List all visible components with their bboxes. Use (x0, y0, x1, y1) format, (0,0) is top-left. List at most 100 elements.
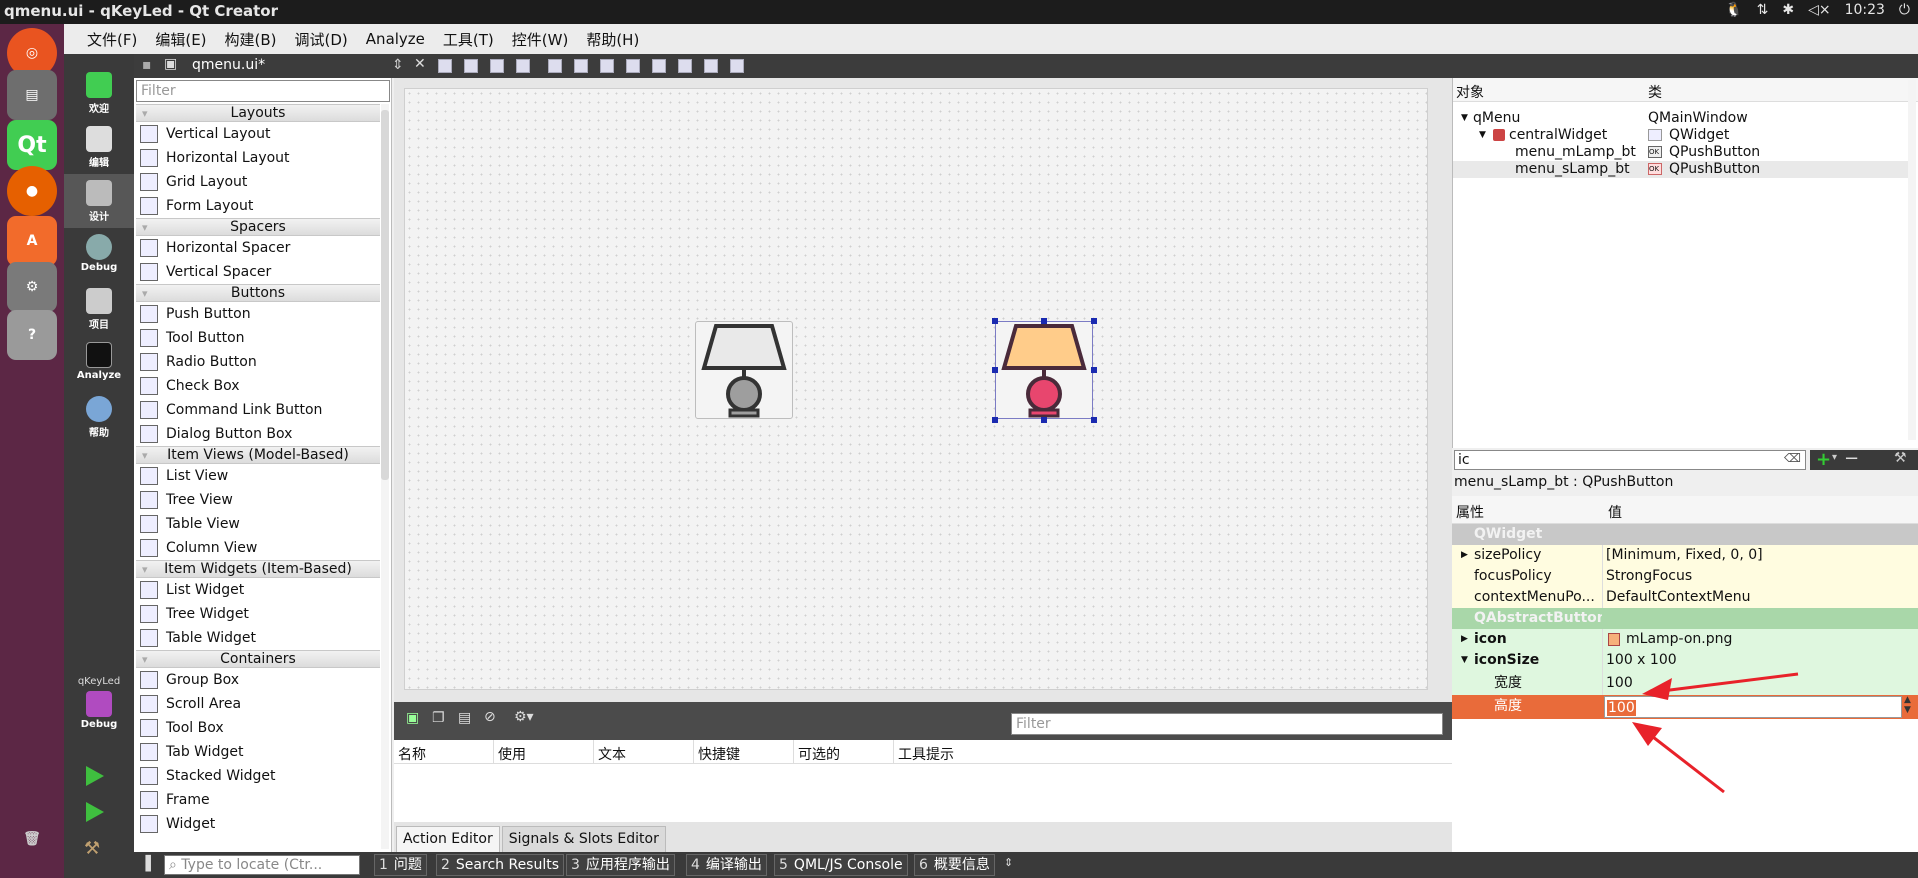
widget-item[interactable]: Radio Button (136, 350, 380, 374)
widget-category[interactable]: Item Widgets (Item-Based) (136, 560, 380, 578)
menu-debug[interactable]: 调试(D) (286, 29, 357, 50)
widget-item[interactable]: Horizontal Spacer (136, 236, 380, 260)
mode-design[interactable]: 设计 (64, 174, 134, 228)
widget-box-scrollbar[interactable] (381, 104, 389, 849)
widget-item[interactable]: Command Link Button (136, 398, 380, 422)
clock[interactable]: 10:23 (1845, 2, 1885, 18)
selection-handle[interactable] (1091, 367, 1097, 373)
kit-selector[interactable]: qKeyLed Debug (64, 674, 134, 744)
widget-item[interactable]: Frame (136, 788, 380, 812)
locator-input[interactable]: ⌕ Type to locate (Ctr... (164, 855, 360, 875)
spin-arrows-icon[interactable]: ▲ ▼ (1904, 695, 1911, 715)
selection-handle[interactable] (1041, 417, 1047, 423)
col-used[interactable]: 使用 (494, 740, 594, 763)
run-icon[interactable] (86, 766, 104, 786)
files-icon[interactable]: ▤ (7, 70, 57, 120)
menu-analyze[interactable]: Analyze (357, 30, 434, 48)
power-icon[interactable]: ⏻ (1899, 2, 1910, 18)
col-value[interactable]: 值 (1608, 502, 1622, 522)
widget-item[interactable]: Stacked Widget (136, 764, 380, 788)
selection-handle[interactable] (992, 318, 998, 324)
mode-edit[interactable]: 编辑 (64, 120, 134, 174)
lamp-on-button[interactable] (995, 321, 1093, 419)
widget-item[interactable]: Tool Box (136, 716, 380, 740)
property-row-width[interactable]: 宽度 100 (1452, 671, 1918, 695)
wrench-icon[interactable]: ⚒ (1894, 450, 1907, 466)
col-name[interactable]: 名称 (394, 740, 494, 763)
paste-action-icon[interactable]: ▤ (458, 710, 471, 726)
mode-debug[interactable]: Debug (64, 228, 134, 282)
widget-item[interactable]: Tool Button (136, 326, 380, 350)
close-icon[interactable]: ✕ (414, 56, 426, 72)
trash-icon[interactable]: 🗑 (7, 814, 57, 864)
open-file-name[interactable]: qmenu.ui* (192, 57, 265, 73)
widget-item[interactable]: Grid Layout (136, 170, 380, 194)
object-inspector-scrollbar[interactable] (1908, 80, 1916, 440)
widget-item[interactable]: Table View (136, 512, 380, 536)
widget-item[interactable]: Widget (136, 812, 380, 836)
lamp-off-button[interactable] (695, 321, 793, 419)
settings-icon[interactable]: ⚙ (7, 262, 57, 312)
collapse-icon[interactable]: ▼ (1461, 650, 1468, 671)
expand-icon[interactable]: ▶ (1461, 545, 1468, 566)
widget-category[interactable]: Containers (136, 650, 380, 668)
edit-buddies-icon[interactable] (490, 59, 504, 73)
tree-row-qmenu[interactable]: ▼ qMenu QMainWindow (1453, 110, 1908, 127)
widget-category[interactable]: Layouts (136, 104, 380, 122)
expand-icon[interactable]: ▼ (1479, 127, 1486, 144)
tab-action-editor[interactable]: Action Editor (396, 826, 500, 852)
widget-item[interactable]: Column View (136, 536, 380, 560)
selection-handle[interactable] (992, 367, 998, 373)
firefox-icon[interactable]: ● (7, 166, 57, 216)
adjust-size-icon[interactable] (730, 59, 744, 73)
add-dropdown-icon[interactable]: ▾ (1832, 452, 1837, 463)
property-row-icon[interactable]: ▶ icon mLamp-on.png (1452, 629, 1918, 650)
edit-tab-order-icon[interactable] (516, 59, 530, 73)
penguin-icon[interactable]: 🐧 (1725, 2, 1742, 18)
layout-grid-icon[interactable] (652, 59, 666, 73)
menu-tools[interactable]: 工具(T) (434, 29, 503, 50)
widget-item[interactable]: Tab Widget (136, 740, 380, 764)
delete-action-icon[interactable]: ⊘ (484, 709, 496, 725)
col-tooltip[interactable]: 工具提示 (894, 740, 1094, 763)
file-dropdown-icon[interactable]: ⇕ (392, 57, 404, 73)
selection-handle[interactable] (992, 417, 998, 423)
expand-icon[interactable]: ▼ (1461, 110, 1468, 127)
bluetooth-icon[interactable]: ✱ (1782, 2, 1794, 18)
layout-form-icon[interactable] (678, 59, 692, 73)
property-group-qwidget[interactable]: QWidget (1452, 524, 1918, 545)
widget-item[interactable]: Dialog Button Box (136, 422, 380, 446)
layout-horizontal-icon[interactable] (548, 59, 562, 73)
menu-widgets[interactable]: 控件(W) (503, 29, 578, 50)
widget-item[interactable]: Vertical Layout (136, 122, 380, 146)
col-class[interactable]: 类 (1645, 78, 1665, 101)
network-icon[interactable]: ⇅ (1757, 2, 1769, 18)
action-filter-input[interactable]: Filter (1011, 713, 1443, 735)
widget-item[interactable]: Scroll Area (136, 692, 380, 716)
height-spinbox[interactable]: 100 (1604, 696, 1902, 718)
tree-row-slamp[interactable]: menu_sLamp_bt OK QPushButton (1453, 161, 1908, 178)
edit-widgets-icon[interactable] (438, 59, 452, 73)
selection-handle[interactable] (1041, 318, 1047, 324)
output-tab-general-messages[interactable]: 6 概要信息 (914, 854, 995, 876)
toggle-sidebar-icon[interactable]: ▐ (140, 856, 151, 872)
widget-item[interactable]: Table Widget (136, 626, 380, 650)
tree-row-mlamp[interactable]: menu_mLamp_bt OK QPushButton (1453, 144, 1908, 161)
clear-search-icon[interactable]: ⌫ (1784, 451, 1801, 465)
copy-action-icon[interactable]: ❐ (432, 710, 445, 726)
widget-item[interactable]: Group Box (136, 668, 380, 692)
gear-icon[interactable]: ⚙▾ (514, 709, 534, 725)
edit-signals-icon[interactable] (464, 59, 478, 73)
property-row-focuspolicy[interactable]: focusPolicy StrongFocus (1452, 566, 1918, 587)
widget-item[interactable]: Tree View (136, 488, 380, 512)
widget-item[interactable]: List Widget (136, 578, 380, 602)
lock-icon[interactable]: ▪ (142, 57, 152, 73)
selection-handle[interactable] (1091, 417, 1097, 423)
volume-icon[interactable]: ◁× (1808, 2, 1831, 18)
col-text[interactable]: 文本 (594, 740, 694, 763)
remove-property-icon[interactable]: − (1844, 448, 1859, 469)
property-row-contextmenu[interactable]: contextMenuPo... DefaultContextMenu (1452, 587, 1918, 608)
widget-filter-input[interactable]: Filter (136, 80, 390, 102)
widget-item[interactable]: Form Layout (136, 194, 380, 218)
menu-build[interactable]: 构建(B) (216, 29, 286, 50)
